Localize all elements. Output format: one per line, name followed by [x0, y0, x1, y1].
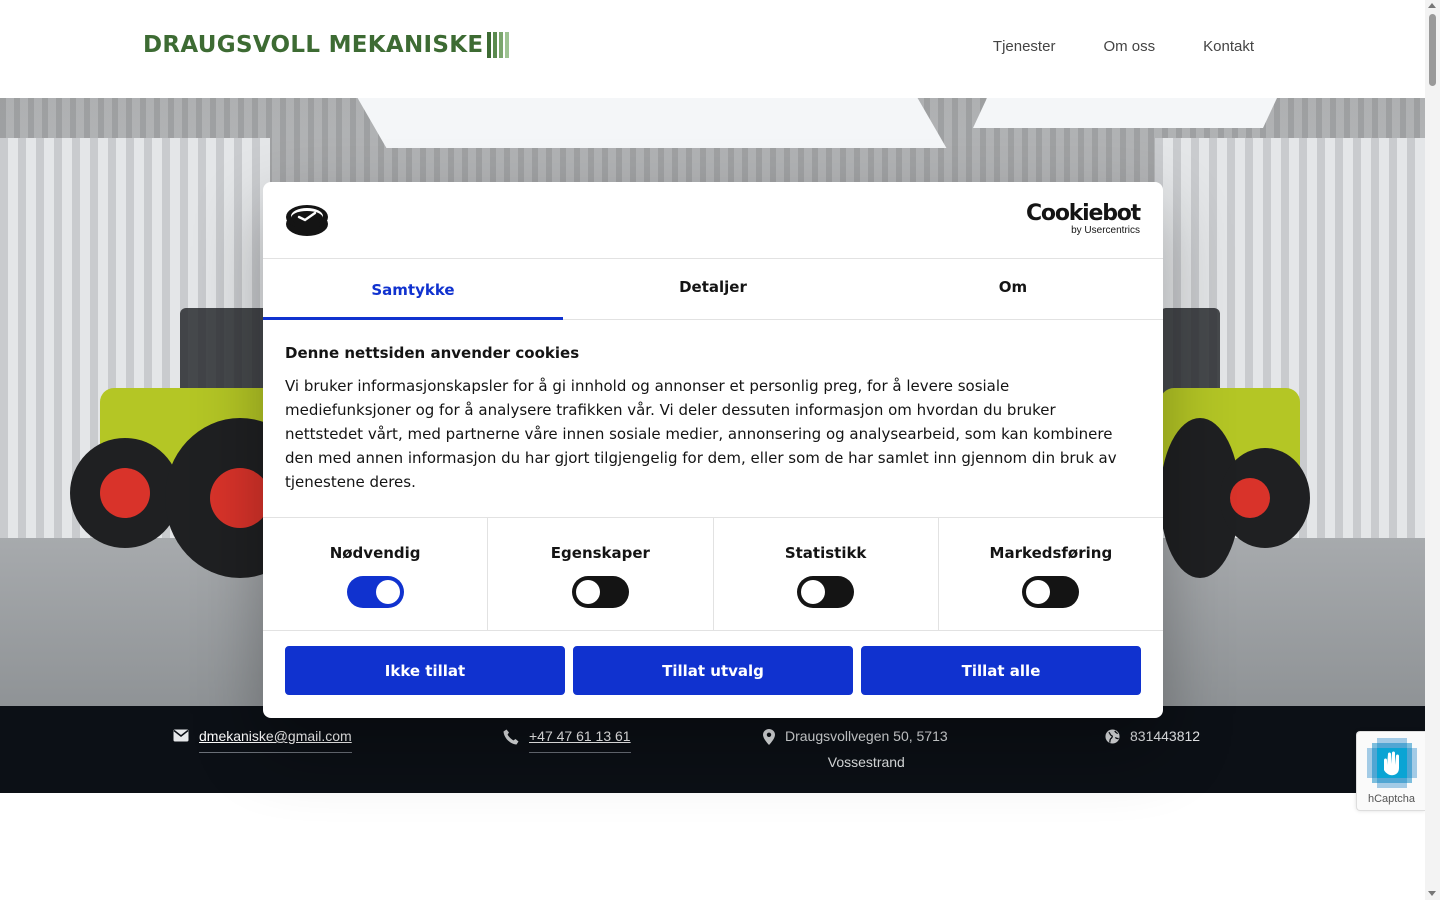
cookie-consent-dialog: Cookiebot by Usercentrics Samtykke Detal… — [263, 182, 1163, 718]
scroll-down-arrow-icon[interactable] — [1428, 891, 1436, 896]
toggle-marketing[interactable] — [1022, 576, 1080, 608]
toggle-knob — [375, 580, 400, 604]
site-header: DRAUGSVOLL MEKANISKE Tjenester Om oss Ko… — [0, 0, 1425, 98]
dialog-header: Cookiebot by Usercentrics — [263, 182, 1163, 259]
tab-samtykke[interactable]: Samtykke — [263, 259, 563, 320]
tab-detaljer[interactable]: Detaljer — [563, 259, 863, 319]
contact-org-number: 831443812 — [1105, 728, 1200, 744]
contact-email: dmekaniske@gmail.com — [173, 728, 352, 753]
dialog-buttons: Ikke tillat Tillat utvalg Tillat alle — [285, 646, 1141, 695]
tractor-left — [60, 308, 315, 578]
allow-selection-button[interactable]: Tillat utvalg — [573, 646, 853, 695]
toggle-label-necessary: Nødvendig — [329, 544, 421, 562]
logo-bars-icon — [487, 32, 511, 58]
deny-button[interactable]: Ikke tillat — [285, 646, 565, 695]
nav-kontakt[interactable]: Kontakt — [1203, 38, 1254, 55]
main-nav: Tjenester Om oss Kontakt — [993, 38, 1254, 55]
map-pin-icon — [763, 729, 775, 745]
nav-tjenester[interactable]: Tjenester — [993, 38, 1056, 55]
cookie-logo-icon — [286, 205, 328, 236]
hcaptcha-label: hCaptcha — [1367, 793, 1416, 805]
toggle-knob — [801, 580, 826, 604]
tractor-right — [1160, 308, 1320, 578]
toggle-necessary[interactable] — [346, 576, 404, 608]
toggle-cell-preferences: Egenskaper — [488, 518, 714, 630]
skylight — [357, 98, 947, 148]
nav-om-oss[interactable]: Om oss — [1103, 38, 1155, 55]
toggle-knob — [575, 580, 600, 604]
page-scrollbar[interactable] — [1425, 0, 1440, 900]
dialog-description: Vi bruker informasjonskapsler for å gi i… — [285, 377, 1117, 491]
hcaptcha-logo-icon — [1367, 738, 1417, 788]
scroll-thumb[interactable] — [1429, 14, 1436, 86]
org-number: 831443812 — [1130, 728, 1201, 744]
address-text: Draugsvollvegen 50, 5713 Vossestrand — [785, 723, 948, 775]
globe-icon — [1105, 729, 1120, 744]
email-link[interactable]: dmekaniske@gmail.com — [199, 728, 352, 753]
cookiebot-subtitle: by Usercentrics — [1071, 225, 1140, 236]
consent-toggles: Nødvendig Egenskaper Statistikk Markedsf… — [263, 517, 1163, 631]
toggle-statistics[interactable] — [797, 576, 855, 608]
allow-all-button[interactable]: Tillat alle — [861, 646, 1141, 695]
site-logo[interactable]: DRAUGSVOLL MEKANISKE — [143, 32, 511, 58]
cookiebot-name: Cookiebot — [1025, 201, 1141, 226]
cookiebot-brand[interactable]: Cookiebot by Usercentrics — [1025, 201, 1141, 237]
toggle-label-preferences: Egenskaper — [550, 544, 650, 562]
dialog-title: Denne nettsiden anvender cookies — [285, 344, 580, 362]
phone-link[interactable]: +47 47 61 13 61 — [529, 728, 631, 753]
toggle-cell-necessary: Nødvendig — [263, 518, 489, 630]
hcaptcha-badge[interactable]: hCaptcha — [1356, 731, 1425, 811]
skylight — [973, 98, 1277, 128]
contact-phone: +47 47 61 13 61 — [503, 728, 631, 753]
scroll-up-arrow-icon[interactable] — [1428, 3, 1436, 8]
address-line-2: Vossestrand — [827, 754, 905, 770]
toggle-cell-statistics: Statistikk — [714, 518, 939, 630]
address-line-1: Draugsvollvegen 50, 5713 — [785, 728, 948, 744]
contact-address: Draugsvollvegen 50, 5713 Vossestrand — [763, 728, 948, 775]
toggle-cell-marketing: Markedsføring — [939, 518, 1163, 630]
envelope-icon — [173, 729, 189, 742]
toggle-label-statistics: Statistikk — [784, 544, 867, 562]
tab-om[interactable]: Om — [863, 259, 1163, 319]
toggle-label-marketing: Markedsføring — [989, 544, 1113, 562]
dialog-body: Denne nettsiden anvender cookies Vi bruk… — [285, 344, 1135, 494]
toggle-knob — [1026, 580, 1051, 604]
toggle-preferences[interactable] — [571, 576, 629, 608]
dialog-tabs: Samtykke Detaljer Om — [263, 259, 1163, 320]
contact-bar: dmekaniske@gmail.com +47 47 61 13 61 Dra… — [0, 706, 1425, 793]
logo-text: DRAUGSVOLL MEKANISKE — [143, 32, 484, 58]
phone-icon — [503, 729, 519, 745]
